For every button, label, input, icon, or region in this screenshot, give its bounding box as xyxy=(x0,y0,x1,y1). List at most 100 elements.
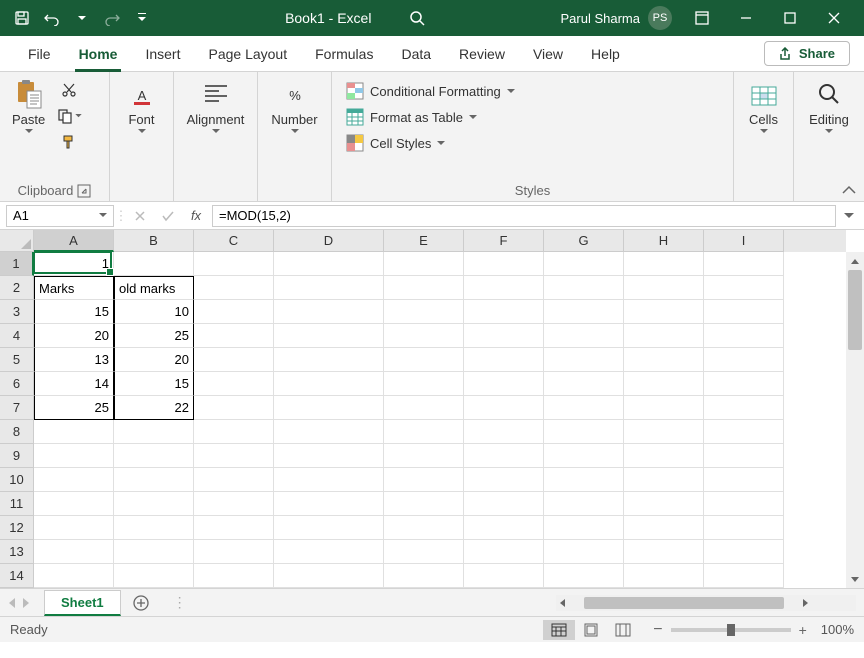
cell-I3[interactable] xyxy=(704,300,784,324)
cell-I8[interactable] xyxy=(704,420,784,444)
column-header-C[interactable]: C xyxy=(194,230,274,252)
row-header-4[interactable]: 4 xyxy=(0,324,34,348)
cell-E8[interactable] xyxy=(384,420,464,444)
cell-E5[interactable] xyxy=(384,348,464,372)
cell-C13[interactable] xyxy=(194,540,274,564)
column-header-B[interactable]: B xyxy=(114,230,194,252)
cell-G8[interactable] xyxy=(544,420,624,444)
cell-G6[interactable] xyxy=(544,372,624,396)
cell-E6[interactable] xyxy=(384,372,464,396)
cell-A6[interactable]: 14 xyxy=(34,372,114,396)
tab-file[interactable]: File xyxy=(14,36,65,72)
cell-D6[interactable] xyxy=(274,372,384,396)
row-header-9[interactable]: 9 xyxy=(0,444,34,468)
sheet-tab-1[interactable]: Sheet1 xyxy=(44,590,121,616)
cell-E10[interactable] xyxy=(384,468,464,492)
cell-B2[interactable]: old marks xyxy=(114,276,194,300)
cell-B1[interactable] xyxy=(114,252,194,276)
conditional-formatting-button[interactable]: Conditional Formatting xyxy=(340,80,521,102)
cell-I2[interactable] xyxy=(704,276,784,300)
cell-B4[interactable]: 25 xyxy=(114,324,194,348)
cell-A3[interactable]: 15 xyxy=(34,300,114,324)
tab-help[interactable]: Help xyxy=(577,36,634,72)
cell-F5[interactable] xyxy=(464,348,544,372)
cell-C11[interactable] xyxy=(194,492,274,516)
cell-G5[interactable] xyxy=(544,348,624,372)
scroll-up-button[interactable] xyxy=(846,252,864,270)
cell-D3[interactable] xyxy=(274,300,384,324)
cell-C4[interactable] xyxy=(194,324,274,348)
cell-E9[interactable] xyxy=(384,444,464,468)
cells-button[interactable]: Cells xyxy=(744,76,784,136)
page-break-view-button[interactable] xyxy=(607,620,639,640)
cell-D12[interactable] xyxy=(274,516,384,540)
cell-C12[interactable] xyxy=(194,516,274,540)
cell-F11[interactable] xyxy=(464,492,544,516)
cell-I1[interactable] xyxy=(704,252,784,276)
cell-D10[interactable] xyxy=(274,468,384,492)
column-header-D[interactable]: D xyxy=(274,230,384,252)
cell-B14[interactable] xyxy=(114,564,194,588)
cell-F10[interactable] xyxy=(464,468,544,492)
tab-review[interactable]: Review xyxy=(445,36,519,72)
cell-H14[interactable] xyxy=(624,564,704,588)
zoom-out-button[interactable]: − xyxy=(653,621,662,639)
cell-A9[interactable] xyxy=(34,444,114,468)
cell-H10[interactable] xyxy=(624,468,704,492)
cell-G1[interactable] xyxy=(544,252,624,276)
dialog-launcher-icon[interactable] xyxy=(77,184,91,198)
scroll-thumb[interactable] xyxy=(584,597,784,609)
tab-insert[interactable]: Insert xyxy=(131,36,194,72)
column-header-F[interactable]: F xyxy=(464,230,544,252)
cell-D14[interactable] xyxy=(274,564,384,588)
cell-E11[interactable] xyxy=(384,492,464,516)
cell-A14[interactable] xyxy=(34,564,114,588)
cell-G12[interactable] xyxy=(544,516,624,540)
cell-A5[interactable]: 13 xyxy=(34,348,114,372)
cell-D9[interactable] xyxy=(274,444,384,468)
tab-view[interactable]: View xyxy=(519,36,577,72)
cells-area[interactable]: 1Marksold marks15102025132014152522 xyxy=(34,252,846,588)
cell-F9[interactable] xyxy=(464,444,544,468)
enter-formula-button[interactable] xyxy=(156,205,180,227)
copy-button[interactable] xyxy=(55,104,83,128)
cell-I12[interactable] xyxy=(704,516,784,540)
cell-D13[interactable] xyxy=(274,540,384,564)
normal-view-button[interactable] xyxy=(543,620,575,640)
cell-E1[interactable] xyxy=(384,252,464,276)
row-header-6[interactable]: 6 xyxy=(0,372,34,396)
cell-C2[interactable] xyxy=(194,276,274,300)
cell-I14[interactable] xyxy=(704,564,784,588)
cell-H5[interactable] xyxy=(624,348,704,372)
redo-button[interactable] xyxy=(98,4,126,32)
cell-B13[interactable] xyxy=(114,540,194,564)
cell-C1[interactable] xyxy=(194,252,274,276)
scroll-thumb[interactable] xyxy=(848,270,862,350)
column-header-I[interactable]: I xyxy=(704,230,784,252)
undo-button[interactable] xyxy=(38,4,66,32)
row-header-1[interactable]: 1 xyxy=(0,252,34,276)
maximize-button[interactable] xyxy=(768,4,812,32)
insert-function-button[interactable]: fx xyxy=(184,205,208,227)
cell-D5[interactable] xyxy=(274,348,384,372)
cell-B9[interactable] xyxy=(114,444,194,468)
cell-E2[interactable] xyxy=(384,276,464,300)
cell-C5[interactable] xyxy=(194,348,274,372)
row-header-2[interactable]: 2 xyxy=(0,276,34,300)
tab-pagelayout[interactable]: Page Layout xyxy=(194,36,301,72)
cell-C8[interactable] xyxy=(194,420,274,444)
cell-F12[interactable] xyxy=(464,516,544,540)
row-header-5[interactable]: 5 xyxy=(0,348,34,372)
cell-B6[interactable]: 15 xyxy=(114,372,194,396)
cell-H12[interactable] xyxy=(624,516,704,540)
cell-A13[interactable] xyxy=(34,540,114,564)
page-layout-view-button[interactable] xyxy=(575,620,607,640)
select-all-corner[interactable] xyxy=(0,230,34,252)
expand-formula-bar-button[interactable] xyxy=(840,213,858,219)
cell-G11[interactable] xyxy=(544,492,624,516)
cell-F4[interactable] xyxy=(464,324,544,348)
column-header-A[interactable]: A xyxy=(34,230,114,252)
cell-H9[interactable] xyxy=(624,444,704,468)
cell-A1[interactable]: 1 xyxy=(34,252,114,276)
tab-formulas[interactable]: Formulas xyxy=(301,36,387,72)
